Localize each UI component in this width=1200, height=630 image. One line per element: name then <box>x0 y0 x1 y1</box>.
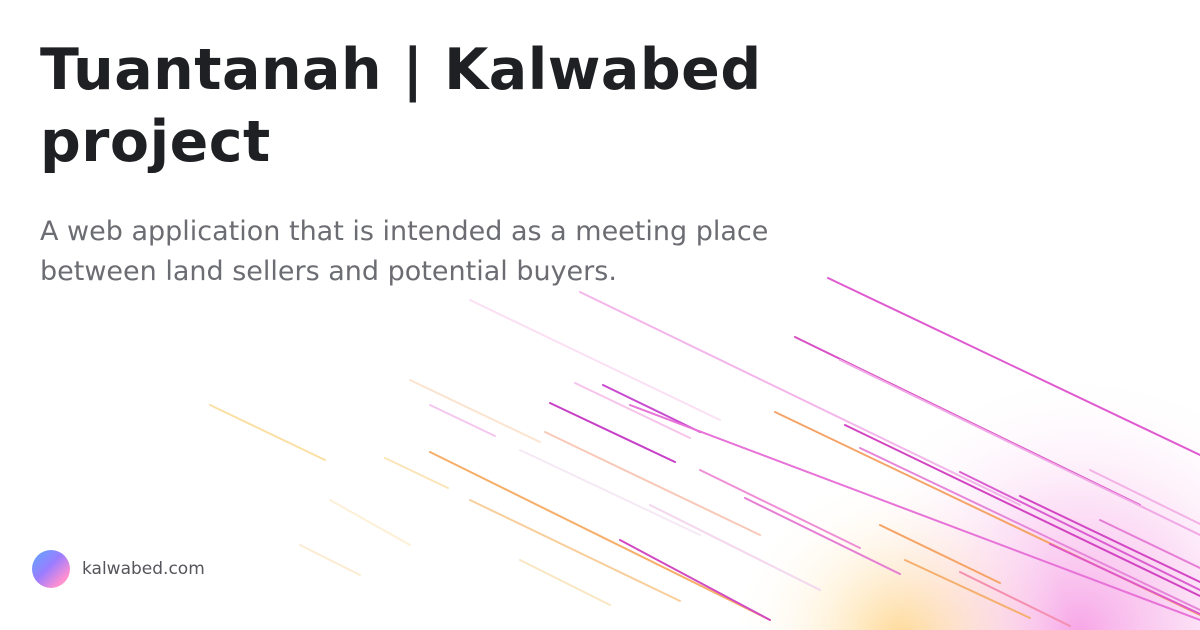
site-label: kalwabed.com <box>82 559 205 579</box>
social-preview-card: Tuantanah | Kalwabed project A web appli… <box>0 0 1200 630</box>
site-link[interactable]: kalwabed.com <box>32 550 205 588</box>
page-description: A web application that is intended as a … <box>40 216 769 287</box>
kalwabed-logo-icon <box>32 550 70 588</box>
page-title: Tuantanah | Kalwabed project <box>40 37 762 175</box>
